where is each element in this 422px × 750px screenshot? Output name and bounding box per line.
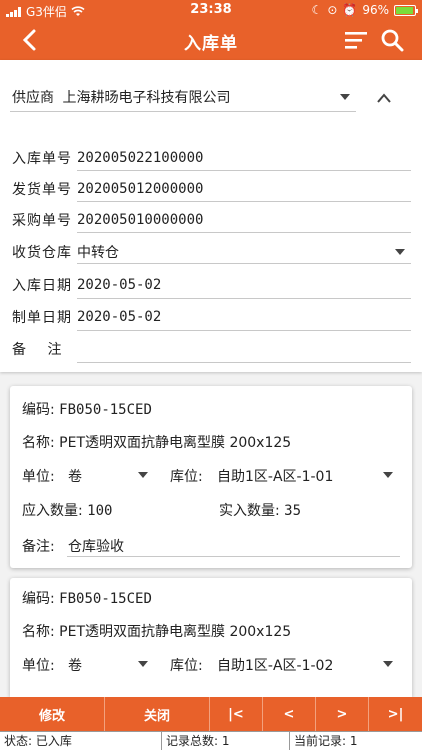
battery-percent: 96% — [362, 3, 389, 17]
field-underline — [77, 232, 411, 233]
supplier-dropdown-icon[interactable] — [340, 94, 350, 100]
warehouse-dropdown-icon[interactable] — [395, 249, 405, 255]
actual-qty-label: 实入数量: — [219, 503, 280, 519]
actual-qty-row: 实入数量: 35 — [219, 500, 301, 520]
field-underline — [77, 263, 411, 264]
status-right: ☾ ⊙ ⏰ 96% — [311, 3, 418, 17]
location-label: 库位: — [170, 658, 203, 674]
field-inbound-no: 入库单号 — [12, 148, 78, 168]
record-status-bar: 状态: 已入库 记录总数: 1 当前记录: 1 — [0, 731, 422, 750]
field-label: 制单日期 — [12, 310, 72, 326]
field-label: 入库日期 — [12, 278, 72, 294]
warehouse-value[interactable]: 中转仓 — [77, 242, 119, 262]
remark-underline — [67, 556, 400, 557]
created-date-value[interactable]: 2020-05-02 — [77, 309, 161, 325]
supplier-row[interactable]: 供应商 上海耕旸电子科技有限公司 — [12, 87, 230, 107]
field-label: 收货仓库 — [12, 245, 72, 261]
field-label: 入库单号 — [12, 151, 72, 167]
location-value[interactable]: 自助1区-A区-1-01 — [217, 466, 333, 486]
field-purchase-no: 采购单号 — [12, 210, 78, 230]
item-code: FB050-15CED — [59, 591, 152, 607]
first-record-button[interactable]: |< — [210, 697, 263, 731]
prev-record-button[interactable]: < — [263, 697, 316, 731]
field-underline — [77, 362, 411, 363]
field-shipping-no: 发货单号 — [12, 179, 78, 199]
item-code-row: 编码: FB050-15CED — [22, 588, 152, 608]
unit-dropdown-icon[interactable] — [138, 661, 148, 667]
record-total: 记录总数: 1 — [162, 732, 290, 750]
item-name-row: 名称: PET透明双面抗静电离型膜 200x125 — [22, 621, 291, 641]
code-label: 编码: — [22, 591, 55, 607]
location-dropdown-icon[interactable] — [383, 472, 393, 478]
field-label: 备 注 — [12, 342, 63, 358]
item-code-row: 编码: FB050-15CED — [22, 399, 152, 419]
unit-value[interactable]: 卷 — [68, 466, 82, 486]
record-current: 当前记录: 1 — [294, 734, 358, 748]
field-label: 发货单号 — [12, 182, 72, 198]
location-value[interactable]: 自助1区-A区-1-02 — [217, 655, 333, 675]
location-label: 库位: — [170, 469, 203, 485]
supplier-value: 上海耕旸电子科技有限公司 — [62, 90, 231, 106]
record-status: 状态: 已入库 — [0, 732, 162, 750]
item-code: FB050-15CED — [59, 402, 152, 418]
expected-qty: 100 — [87, 503, 113, 519]
unit-label: 单位: — [22, 658, 55, 674]
close-button[interactable]: 关闭 — [105, 697, 210, 731]
field-underline — [77, 170, 411, 171]
filter-list-icon[interactable] — [344, 29, 368, 51]
collapse-chevron-icon[interactable] — [377, 93, 391, 103]
name-label: 名称: — [22, 624, 55, 640]
field-created-date: 制单日期 — [12, 307, 78, 327]
field-warehouse: 收货仓库 — [12, 242, 78, 262]
battery-icon — [394, 4, 418, 16]
field-inbound-date: 入库日期 — [12, 275, 78, 295]
field-underline — [77, 201, 411, 202]
item-remark-value[interactable]: 仓库验收 — [68, 536, 124, 556]
actual-qty[interactable]: 35 — [284, 503, 301, 519]
field-underline — [77, 330, 411, 331]
unit-label: 单位: — [22, 469, 55, 485]
unit-value[interactable]: 卷 — [68, 655, 82, 675]
header-form: 供应商 上海耕旸电子科技有限公司 入库单号 202005022100000 发货… — [0, 60, 422, 372]
inbound-no-value[interactable]: 202005022100000 — [77, 150, 203, 166]
field-underline — [77, 298, 411, 299]
remark-label: 备注: — [22, 539, 55, 555]
lock-rotation-icon: ⊙ — [327, 3, 338, 17]
field-remark: 备 注 — [12, 339, 78, 359]
status-bar: G3伴侣 23:38 ☾ ⊙ ⏰ 96% — [0, 0, 422, 20]
code-label: 编码: — [22, 402, 55, 418]
item-name: PET透明双面抗静电离型膜 200x125 — [59, 435, 292, 451]
item-name-row: 名称: PET透明双面抗静电离型膜 200x125 — [22, 432, 291, 452]
expected-qty-label: 应入数量: — [22, 503, 83, 519]
shipping-no-value[interactable]: 202005012000000 — [77, 181, 203, 197]
unit-dropdown-icon[interactable] — [138, 472, 148, 478]
location-dropdown-icon[interactable] — [383, 661, 393, 667]
purchase-no-value[interactable]: 202005010000000 — [77, 212, 203, 228]
name-label: 名称: — [22, 435, 55, 451]
last-record-button[interactable]: >| — [369, 697, 422, 731]
bottom-toolbar: 修改 关闭 |< < > >| — [0, 697, 422, 731]
search-icon[interactable] — [380, 28, 404, 52]
nav-bar: 入库单 — [0, 20, 422, 60]
item-card[interactable]: 编码: FB050-15CED 名称: PET透明双面抗静电离型膜 200x12… — [10, 386, 412, 568]
item-name: PET透明双面抗静电离型膜 200x125 — [59, 624, 292, 640]
field-label: 采购单号 — [12, 213, 72, 229]
expected-qty-row: 应入数量: 100 — [22, 500, 112, 520]
item-card[interactable]: 编码: FB050-15CED 名称: PET透明双面抗静电离型膜 200x12… — [10, 578, 412, 697]
supplier-label: 供应商 — [12, 90, 54, 106]
moon-icon: ☾ — [311, 3, 323, 17]
next-record-button[interactable]: > — [316, 697, 369, 731]
edit-button[interactable]: 修改 — [0, 697, 105, 731]
supplier-underline — [10, 111, 356, 112]
alarm-icon: ⏰ — [342, 3, 358, 17]
inbound-date-value[interactable]: 2020-05-02 — [77, 277, 161, 293]
